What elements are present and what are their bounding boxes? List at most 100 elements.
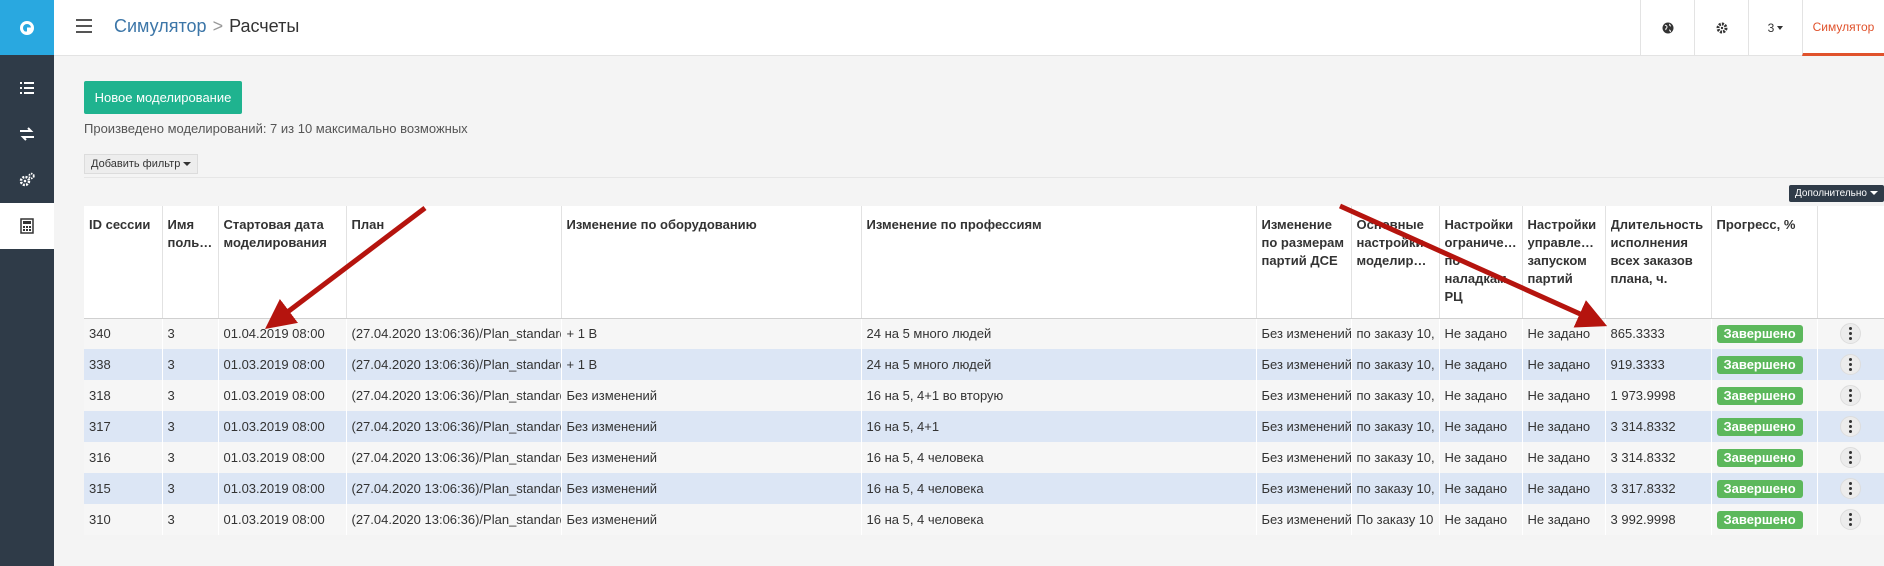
cell-plan: (27.04.2020 13:06:36)/Plan_standard [346, 473, 562, 504]
cell-duration: 865.3333 [1605, 318, 1712, 349]
cell-actions [1817, 380, 1884, 411]
column-header-restrictions[interactable]: Настройки ограниче… по наладкам РЦ [1439, 206, 1523, 319]
column-header-user[interactable]: Имя поль… [162, 206, 219, 319]
cell-batch-sizes: Без изменений [1256, 442, 1352, 473]
gear-icon [1716, 22, 1727, 34]
row-actions-button[interactable] [1840, 385, 1861, 406]
cell-actions [1817, 318, 1884, 349]
cell-duration: 919.3333 [1605, 349, 1712, 380]
cell-launch-control: Не задано [1522, 318, 1606, 349]
logo-icon [20, 20, 34, 35]
cell-start-date: 01.03.2019 08:00 [218, 473, 347, 504]
cell-batch-sizes: Без изменений [1256, 411, 1352, 442]
cell-user: 3 [162, 442, 219, 473]
cell-actions [1817, 349, 1884, 380]
cell-launch-control: Не задано [1522, 411, 1606, 442]
cell-start-date: 01.04.2019 08:00 [218, 318, 347, 349]
column-header-equipment[interactable]: Изменение по оборудованию [561, 206, 862, 319]
cell-launch-control: Не задано [1522, 473, 1606, 504]
cell-professions: 24 на 5 много людей [861, 349, 1257, 380]
cell-actions [1817, 442, 1884, 473]
page-title: Расчеты [229, 16, 300, 36]
cell-user: 3 [162, 380, 219, 411]
kebab-icon [1849, 451, 1852, 454]
hamburger-menu-icon[interactable] [76, 19, 92, 33]
column-header-actions [1817, 206, 1884, 319]
tab-simulator[interactable]: Симулятор [1802, 0, 1884, 56]
settings-button[interactable] [1694, 0, 1748, 56]
cell-user: 3 [162, 318, 219, 349]
cell-restrictions: Не задано [1439, 473, 1523, 504]
cell-launch-control: Не задано [1522, 504, 1606, 535]
cell-equipment: Без изменений [561, 411, 862, 442]
cell-id: 310 [84, 504, 163, 535]
table-row[interactable]: 317 3 01.03.2019 08:00 (27.04.2020 13:06:36… [84, 411, 1884, 442]
add-filter-label: Добавить фильтр [91, 158, 181, 170]
breadcrumb-root[interactable]: Симулятор [114, 16, 207, 37]
column-header-launch-control[interactable]: Настройки управле… запуском партий [1522, 206, 1606, 319]
cell-start-date: 01.03.2019 08:00 [218, 442, 347, 473]
row-actions-button[interactable] [1840, 354, 1861, 375]
cell-actions [1817, 411, 1884, 442]
row-actions-button[interactable] [1840, 323, 1861, 345]
column-header-batch-sizes[interactable]: Изменение по размерам партий ДСЕ [1256, 206, 1352, 319]
column-header-id[interactable]: ID сессии [84, 206, 163, 319]
more-options-button[interactable]: Дополнительно [1789, 185, 1884, 202]
status-badge: Завершено [1716, 355, 1803, 374]
cell-main-settings: по заказу 10, [1351, 411, 1440, 442]
cell-batch-sizes: Без изменений [1256, 349, 1352, 380]
column-header-main-settings[interactable]: Основные настройки моделир… [1351, 206, 1440, 319]
cell-progress: Завершено [1711, 504, 1818, 535]
table-header-row: ID сессии Имя поль… Стартовая дата модел… [84, 206, 1884, 319]
status-badge: Завершено [1716, 417, 1803, 436]
cell-plan: (27.04.2020 13:06:36)/Plan_standard [346, 349, 562, 380]
cell-start-date: 01.03.2019 08:00 [218, 349, 347, 380]
column-header-plan[interactable]: План [346, 206, 562, 319]
user-menu-button[interactable]: 3 [1748, 0, 1802, 56]
cell-id: 316 [84, 442, 163, 473]
table-row[interactable]: 340 3 01.04.2019 08:00 (27.04.2020 13:06:36… [84, 318, 1884, 349]
column-header-progress[interactable]: Прогресс, % [1711, 206, 1818, 319]
cell-progress: Завершено [1711, 318, 1818, 349]
cell-professions: 16 на 5, 4 человека [861, 473, 1257, 504]
logo[interactable] [0, 0, 54, 55]
exchange-icon [20, 127, 34, 141]
cell-main-settings: по заказу 10, [1351, 380, 1440, 411]
kebab-icon [1849, 389, 1852, 392]
row-actions-button[interactable] [1840, 416, 1861, 437]
cell-restrictions: Не задано [1439, 380, 1523, 411]
row-actions-button[interactable] [1840, 509, 1861, 530]
cell-equipment: Без изменений [561, 473, 862, 504]
sidebar-item-calculator[interactable] [0, 203, 54, 249]
list-icon [20, 82, 34, 94]
sidebar-item-list[interactable] [0, 65, 54, 111]
cell-user: 3 [162, 473, 219, 504]
table-row[interactable]: 310 3 01.03.2019 08:00 (27.04.2020 13:06:36… [84, 504, 1884, 535]
cell-plan: (27.04.2020 13:06:36)/Plan_standard [346, 318, 562, 349]
cell-restrictions: Не задано [1439, 411, 1523, 442]
status-badge: Завершено [1716, 386, 1803, 405]
cell-user: 3 [162, 411, 219, 442]
sidebar-item-cogs[interactable] [0, 157, 54, 203]
column-header-start-date[interactable]: Стартовая дата моделирования [218, 206, 347, 319]
table-row[interactable]: 318 3 01.03.2019 08:00 (27.04.2020 13:06:36… [84, 380, 1884, 411]
table-row[interactable]: 315 3 01.03.2019 08:00 (27.04.2020 13:06:36… [84, 473, 1884, 504]
cell-start-date: 01.03.2019 08:00 [218, 380, 347, 411]
globe-icon [1662, 22, 1673, 34]
row-actions-button[interactable] [1840, 478, 1861, 499]
table-row[interactable]: 338 3 01.03.2019 08:00 (27.04.2020 13:06:36… [84, 349, 1884, 380]
column-header-duration[interactable]: Длительность исполнения всех заказов пла… [1605, 206, 1712, 319]
new-simulation-button[interactable]: Новое моделирование [84, 81, 242, 114]
cell-restrictions: Не задано [1439, 318, 1523, 349]
column-header-professions[interactable]: Изменение по профессиям [861, 206, 1257, 319]
table-row[interactable]: 316 3 01.03.2019 08:00 (27.04.2020 13:06:36… [84, 442, 1884, 473]
cell-launch-control: Не задано [1522, 380, 1606, 411]
language-button[interactable] [1640, 0, 1694, 56]
kebab-icon [1849, 513, 1852, 516]
kebab-icon [1849, 327, 1852, 331]
cell-equipment: Без изменений [561, 504, 862, 535]
add-filter-button[interactable]: Добавить фильтр [84, 154, 199, 174]
simulation-count-info: Произведено моделирований: 7 из 10 макси… [84, 121, 468, 136]
row-actions-button[interactable] [1840, 447, 1861, 468]
sidebar-item-exchange[interactable] [0, 111, 54, 157]
